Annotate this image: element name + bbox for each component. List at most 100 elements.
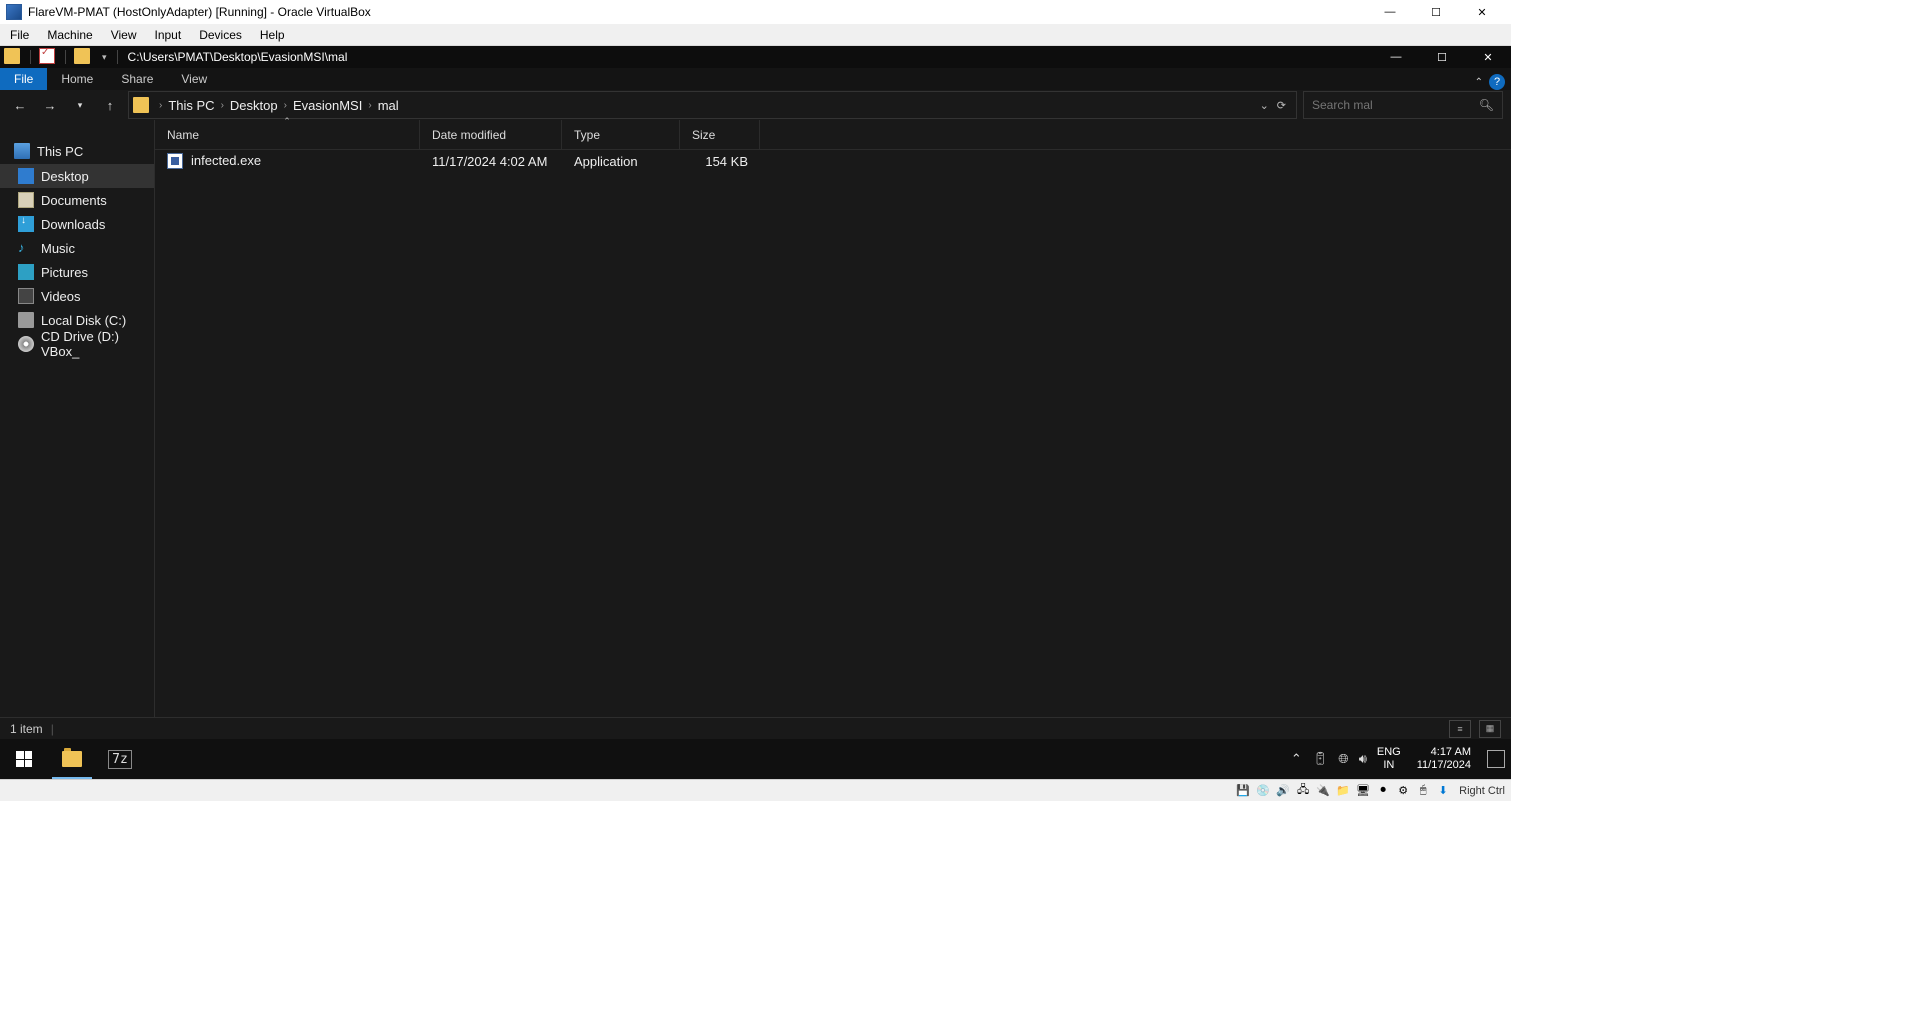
explorer-close-button[interactable]: ✕ [1465, 46, 1511, 68]
windows-logo-icon [16, 751, 32, 767]
action-center-icon[interactable] [1487, 750, 1505, 768]
column-headers: Name Date modified Type Size [155, 120, 1511, 150]
explorer-addressbar-row: ← → ▾ ↑ › This PC › Desktop › EvasionMSI… [0, 90, 1511, 120]
sidebar-item-label: This PC [37, 144, 83, 159]
explorer-minimize-button[interactable]: — [1373, 46, 1419, 68]
sidebar-item-music[interactable]: ♪ Music [0, 236, 154, 260]
ribbon-help-icon[interactable]: ? [1489, 74, 1505, 90]
sidebar-item-documents[interactable]: Documents [0, 188, 154, 212]
tray-chevron-icon[interactable]: ⌃ [1291, 751, 1302, 767]
sidebar-item-downloads[interactable]: Downloads [0, 212, 154, 236]
virtualbox-statusbar: 💾 💿 🔊 🖧 🔌 📁 🖥 ⏺ ⚙ 🖱 ⬇ Right Ctrl [0, 779, 1511, 801]
crumb-thispc[interactable]: This PC [164, 98, 218, 113]
vb-hostkey-icon[interactable]: ⬇ [1435, 783, 1451, 799]
menu-view[interactable]: View [111, 28, 137, 42]
search-box[interactable]: 🔍︎ [1303, 91, 1503, 119]
menu-file[interactable]: File [10, 28, 29, 42]
window-title-path: C:\Users\PMAT\Desktop\EvasionMSI\mal [128, 50, 348, 64]
7zip-icon: 7z [108, 750, 132, 769]
sidebar-item-label: Desktop [41, 169, 89, 184]
taskbar-app-7zip[interactable]: 7z [96, 739, 144, 779]
column-name[interactable]: Name [155, 120, 420, 149]
address-bar[interactable]: › This PC › Desktop › EvasionMSI › mal ⌄… [128, 91, 1297, 119]
file-explorer-icon [62, 751, 82, 767]
language-indicator[interactable]: ENG IN [1377, 746, 1401, 772]
vb-usb-icon[interactable]: 🔌 [1315, 783, 1331, 799]
folder-qat-icon[interactable] [74, 48, 90, 64]
ribbon-home-tab[interactable]: Home [47, 68, 107, 90]
crumb-evasionmsi[interactable]: EvasionMSI [289, 98, 366, 113]
qat-dropdown-icon[interactable]: ▾ [96, 52, 113, 63]
ribbon-share-tab[interactable]: Share [107, 68, 167, 90]
sidebar-item-thispc[interactable]: This PC [0, 138, 154, 164]
sidebar-item-label: Downloads [41, 217, 105, 232]
ribbon-file-tab[interactable]: File [0, 68, 47, 90]
vb-mouse-icon[interactable]: 🖱 [1415, 783, 1431, 799]
nav-back-button[interactable]: ← [8, 93, 32, 117]
virtualbox-icon [6, 4, 22, 20]
minimize-button[interactable]: — [1367, 0, 1413, 24]
file-size: 154 KB [680, 154, 760, 169]
desktop-icon [18, 168, 34, 184]
search-input[interactable] [1312, 98, 1479, 112]
ribbon-view-tab[interactable]: View [167, 68, 221, 90]
nav-recent-dropdown[interactable]: ▾ [68, 93, 92, 117]
crumb-mal[interactable]: mal [374, 98, 403, 113]
file-row[interactable]: infected.exe 11/17/2024 4:02 AM Applicat… [155, 150, 1511, 172]
menu-machine[interactable]: Machine [47, 28, 92, 42]
close-button[interactable]: ✕ [1459, 0, 1505, 24]
sidebar-item-cddrive[interactable]: CD Drive (D:) VBox_ [0, 332, 154, 356]
taskbar-clock[interactable]: 4:17 AM 11/17/2024 [1411, 746, 1477, 772]
guest-screen: ▾ C:\Users\PMAT\Desktop\EvasionMSI\mal —… [0, 46, 1511, 779]
taskbar-app-explorer[interactable] [48, 739, 96, 779]
vb-optical-icon[interactable]: 💿 [1255, 783, 1271, 799]
ribbon-collapse-icon[interactable]: ⌃ [1475, 77, 1483, 88]
address-dropdown-icon[interactable]: ⌄ [1260, 99, 1269, 112]
volume-icon[interactable]: 🔊︎ [1359, 751, 1367, 767]
vb-recording-icon[interactable]: ⏺ [1375, 783, 1391, 799]
column-date[interactable]: Date modified [420, 120, 562, 149]
sidebar-item-label: CD Drive (D:) VBox_ [41, 329, 154, 359]
vb-network-icon[interactable]: 🖧 [1295, 783, 1311, 799]
sidebar-item-label: Local Disk (C:) [41, 313, 126, 328]
virtualbox-titlebar[interactable]: FlareVM-PMAT (HostOnlyAdapter) [Running]… [0, 0, 1511, 24]
maximize-button[interactable]: ☐ [1413, 0, 1459, 24]
sidebar-item-label: Documents [41, 193, 107, 208]
pictures-icon [18, 264, 34, 280]
crumb-desktop[interactable]: Desktop [226, 98, 282, 113]
vb-display-icon[interactable]: 🖥 [1355, 783, 1371, 799]
windows-taskbar: 7z ⌃ 🔋︎ 🌐︎ 🔊︎ ENG IN 4:17 AM 11/17/2024 [0, 739, 1511, 779]
icons-view-button[interactable]: ▦ [1479, 720, 1501, 738]
vb-audio-icon[interactable]: 🔊 [1275, 783, 1291, 799]
sidebar-item-videos[interactable]: Videos [0, 284, 154, 308]
cd-icon [18, 336, 34, 352]
sidebar-item-label: Videos [41, 289, 81, 304]
menu-devices[interactable]: Devices [199, 28, 242, 42]
menu-help[interactable]: Help [260, 28, 285, 42]
network-icon[interactable]: 🌐︎ [1338, 751, 1348, 767]
column-size[interactable]: Size [680, 120, 760, 149]
column-type[interactable]: Type [562, 120, 680, 149]
battery-icon[interactable]: 🔋︎ [1312, 751, 1329, 767]
menu-input[interactable]: Input [155, 28, 182, 42]
address-refresh-icon[interactable]: ⟳ [1277, 99, 1286, 112]
file-rows[interactable]: infected.exe 11/17/2024 4:02 AM Applicat… [155, 150, 1511, 717]
nav-up-button[interactable]: ↑ [98, 93, 122, 117]
music-icon: ♪ [18, 240, 34, 256]
explorer-maximize-button[interactable]: ☐ [1419, 46, 1465, 68]
properties-qat-icon[interactable] [39, 48, 55, 64]
details-view-button[interactable]: ≡ [1449, 720, 1471, 738]
search-icon[interactable]: 🔍︎ [1479, 98, 1494, 112]
vb-shared-folders-icon[interactable]: 📁 [1335, 783, 1351, 799]
nav-forward-button[interactable]: → [38, 93, 62, 117]
vb-hdd-icon[interactable]: 💾 [1235, 783, 1251, 799]
virtualbox-window: FlareVM-PMAT (HostOnlyAdapter) [Running]… [0, 0, 1511, 801]
explorer-titlebar[interactable]: ▾ C:\Users\PMAT\Desktop\EvasionMSI\mal —… [0, 46, 1511, 68]
vb-cpu-icon[interactable]: ⚙ [1395, 783, 1411, 799]
file-type: Application [562, 154, 680, 169]
sidebar-item-desktop[interactable]: Desktop [0, 164, 154, 188]
start-button[interactable] [0, 739, 48, 779]
status-text: 1 item [10, 722, 43, 736]
taskbar-tray: ⌃ 🔋︎ 🌐︎ 🔊︎ ENG IN 4:17 AM 11/17/2024 [1291, 739, 1511, 779]
sidebar-item-pictures[interactable]: Pictures [0, 260, 154, 284]
